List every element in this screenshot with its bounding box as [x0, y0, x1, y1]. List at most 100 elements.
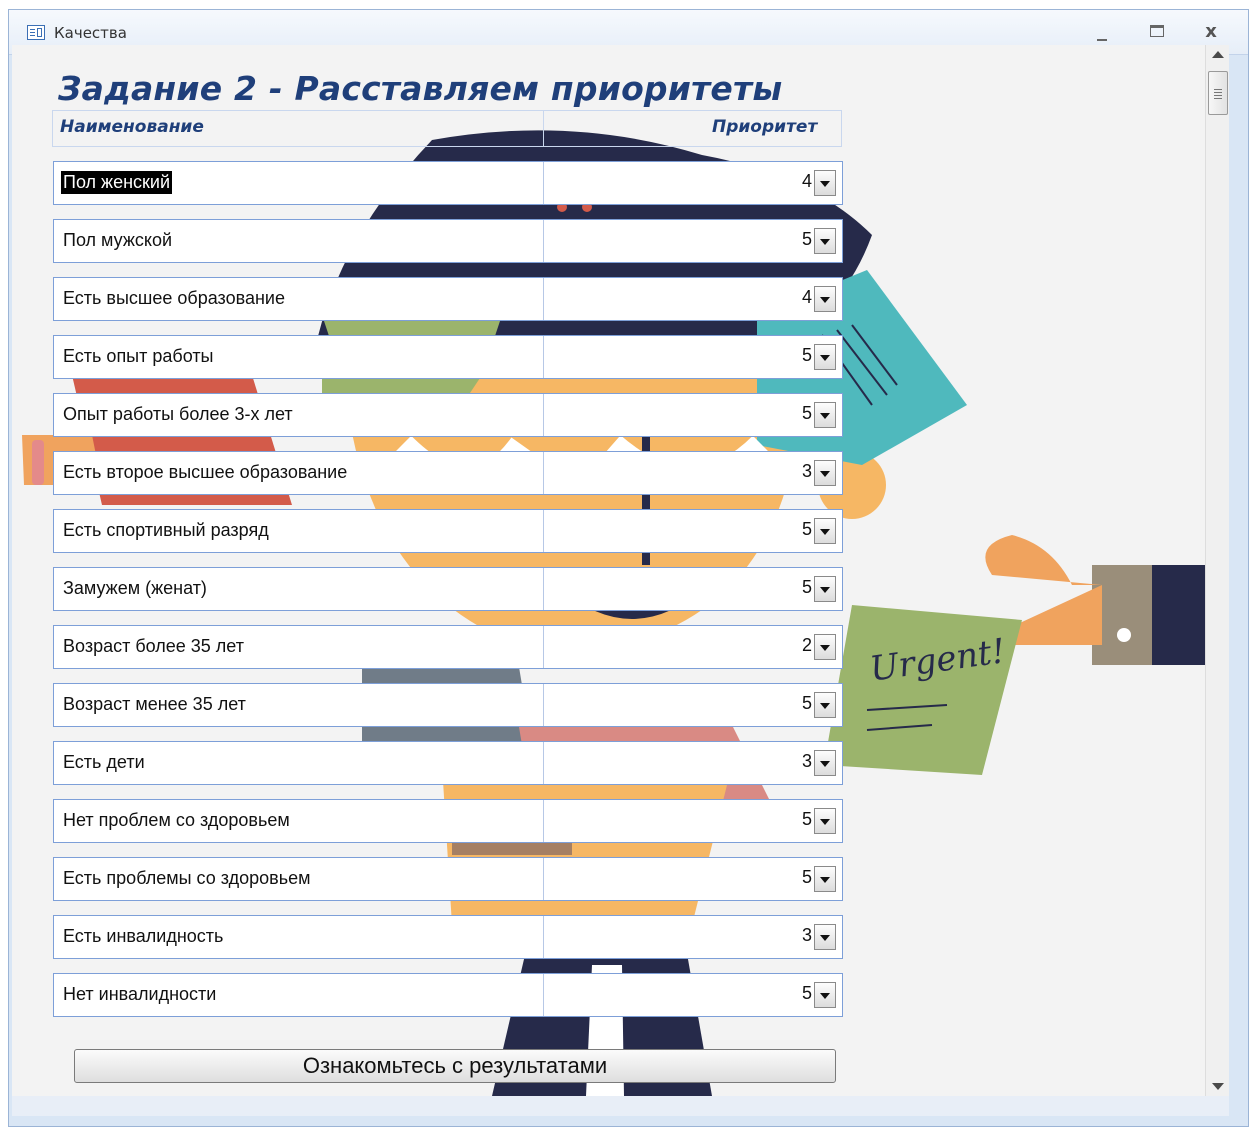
- form-body: Urgent! Задание 2 - Расставляем приорите…: [12, 45, 1205, 1096]
- priority-value: 4: [801, 171, 812, 191]
- priority-row: Возраст более 35 лет 2: [53, 625, 843, 669]
- dropdown-arrow-icon[interactable]: [814, 808, 836, 834]
- results-button[interactable]: Ознакомьтесь с результатами: [74, 1049, 836, 1083]
- dropdown-arrow-icon[interactable]: [814, 402, 836, 428]
- priority-row: Есть проблемы со здоровьем 5: [53, 857, 843, 901]
- priority-combobox[interactable]: 5: [544, 800, 842, 842]
- illustration-pink-tab: [32, 440, 44, 485]
- priority-value: 5: [801, 983, 812, 1003]
- dropdown-arrow-icon[interactable]: [814, 286, 836, 312]
- priority-value: 5: [801, 867, 812, 887]
- dropdown-arrow-icon[interactable]: [814, 576, 836, 602]
- quality-name-field[interactable]: Есть опыт работы: [54, 336, 544, 378]
- priority-value: 5: [801, 345, 812, 365]
- priority-combobox[interactable]: 3: [544, 452, 842, 494]
- priority-row: Замужем (женат) 5: [53, 567, 843, 611]
- priority-value: 4: [801, 287, 812, 307]
- priority-combobox[interactable]: 5: [544, 974, 842, 1016]
- priority-row: Опыт работы более 3-х лет 5: [53, 393, 843, 437]
- dropdown-arrow-icon[interactable]: [814, 228, 836, 254]
- quality-name-field[interactable]: Есть второе высшее образование: [54, 452, 544, 494]
- quality-name-field[interactable]: Замужем (женат): [54, 568, 544, 610]
- maximize-icon: [1150, 25, 1164, 37]
- quality-name-text: Есть второе высшее образование: [63, 462, 348, 482]
- quality-name-field[interactable]: Нет инвалидности: [54, 974, 544, 1016]
- quality-name-field[interactable]: Опыт работы более 3-х лет: [54, 394, 544, 436]
- quality-name-text: Есть опыт работы: [63, 346, 214, 366]
- quality-name-field[interactable]: Пол мужской: [54, 220, 544, 262]
- quality-name-field[interactable]: Нет проблем со здоровьем: [54, 800, 544, 842]
- priority-value: 5: [801, 519, 812, 539]
- dropdown-arrow-icon[interactable]: [814, 866, 836, 892]
- quality-name-text: Пол мужской: [63, 230, 173, 250]
- priority-combobox[interactable]: 3: [544, 742, 842, 784]
- priority-row: Есть дети 3: [53, 741, 843, 785]
- priority-combobox[interactable]: 5: [544, 510, 842, 552]
- priority-row: Есть второе высшее образование 3: [53, 451, 843, 495]
- window-title: Качества: [54, 24, 127, 42]
- vertical-scrollbar[interactable]: [1205, 45, 1229, 1096]
- priority-combobox[interactable]: 5: [544, 220, 842, 262]
- dropdown-arrow-icon[interactable]: [814, 460, 836, 486]
- dropdown-arrow-icon[interactable]: [814, 170, 836, 196]
- dropdown-arrow-icon[interactable]: [814, 982, 836, 1008]
- quality-name-text: Есть инвалидность: [63, 926, 224, 946]
- priority-value: 3: [801, 925, 812, 945]
- priority-combobox[interactable]: 4: [544, 162, 842, 204]
- quality-name-text: Возраст менее 35 лет: [63, 694, 246, 714]
- priority-combobox[interactable]: 4: [544, 278, 842, 320]
- priority-combobox[interactable]: 5: [544, 858, 842, 900]
- dropdown-arrow-icon[interactable]: [814, 750, 836, 776]
- priority-combobox[interactable]: 3: [544, 916, 842, 958]
- priority-combobox[interactable]: 5: [544, 336, 842, 378]
- maximize-button[interactable]: [1139, 18, 1175, 46]
- illustration-green-note: [824, 605, 1022, 775]
- quality-name-field[interactable]: Есть инвалидность: [54, 916, 544, 958]
- priority-value: 3: [801, 461, 812, 481]
- priority-value: 2: [801, 635, 812, 655]
- minimize-button[interactable]: [1084, 18, 1120, 46]
- quality-name-field[interactable]: Возраст менее 35 лет: [54, 684, 544, 726]
- priority-combobox[interactable]: 5: [544, 568, 842, 610]
- priority-combobox[interactable]: 5: [544, 684, 842, 726]
- scroll-up-icon[interactable]: [1212, 51, 1224, 58]
- quality-name-field[interactable]: Есть высшее образование: [54, 278, 544, 320]
- quality-name-text: Замужем (женат): [63, 578, 207, 598]
- quality-name-text: Нет инвалидности: [63, 984, 217, 1004]
- priority-value: 3: [801, 751, 812, 771]
- priority-row: Возраст менее 35 лет 5: [53, 683, 843, 727]
- quality-name-text: Есть проблемы со здоровьем: [63, 868, 311, 888]
- priority-value: 5: [801, 403, 812, 423]
- column-header-priority: Приоритет: [712, 117, 818, 137]
- dropdown-arrow-icon[interactable]: [814, 692, 836, 718]
- close-button[interactable]: x: [1193, 18, 1229, 46]
- priority-value: 5: [801, 809, 812, 829]
- priority-combobox[interactable]: 5: [544, 394, 842, 436]
- dropdown-arrow-icon[interactable]: [814, 924, 836, 950]
- priority-row: Есть спортивный разряд 5: [53, 509, 843, 553]
- quality-name-text: Есть спортивный разряд: [63, 520, 269, 540]
- priority-row: Есть высшее образование 4: [53, 277, 843, 321]
- quality-name-text: Пол женский: [61, 171, 173, 194]
- window-bottom-border: [12, 1096, 1229, 1116]
- quality-name-field[interactable]: Есть дети: [54, 742, 544, 784]
- priority-row: Есть опыт работы 5: [53, 335, 843, 379]
- quality-name-text: Нет проблем со здоровьем: [63, 810, 290, 830]
- dropdown-arrow-icon[interactable]: [814, 634, 836, 660]
- form-icon: [27, 25, 45, 40]
- quality-name-field[interactable]: Есть спортивный разряд: [54, 510, 544, 552]
- scroll-down-icon[interactable]: [1212, 1083, 1224, 1090]
- priority-value: 5: [801, 229, 812, 249]
- quality-name-field[interactable]: Есть проблемы со здоровьем: [54, 858, 544, 900]
- priority-row: Пол женский 4: [53, 161, 843, 205]
- priority-combobox[interactable]: 2: [544, 626, 842, 668]
- dropdown-arrow-icon[interactable]: [814, 518, 836, 544]
- priority-row: Нет проблем со здоровьем 5: [53, 799, 843, 843]
- quality-name-field[interactable]: Возраст более 35 лет: [54, 626, 544, 668]
- quality-name-field[interactable]: Пол женский: [54, 162, 544, 204]
- quality-name-text: Есть высшее образование: [63, 288, 285, 308]
- dropdown-arrow-icon[interactable]: [814, 344, 836, 370]
- scroll-thumb[interactable]: [1208, 71, 1228, 115]
- quality-name-text: Опыт работы более 3-х лет: [63, 404, 293, 424]
- quality-name-text: Возраст более 35 лет: [63, 636, 244, 656]
